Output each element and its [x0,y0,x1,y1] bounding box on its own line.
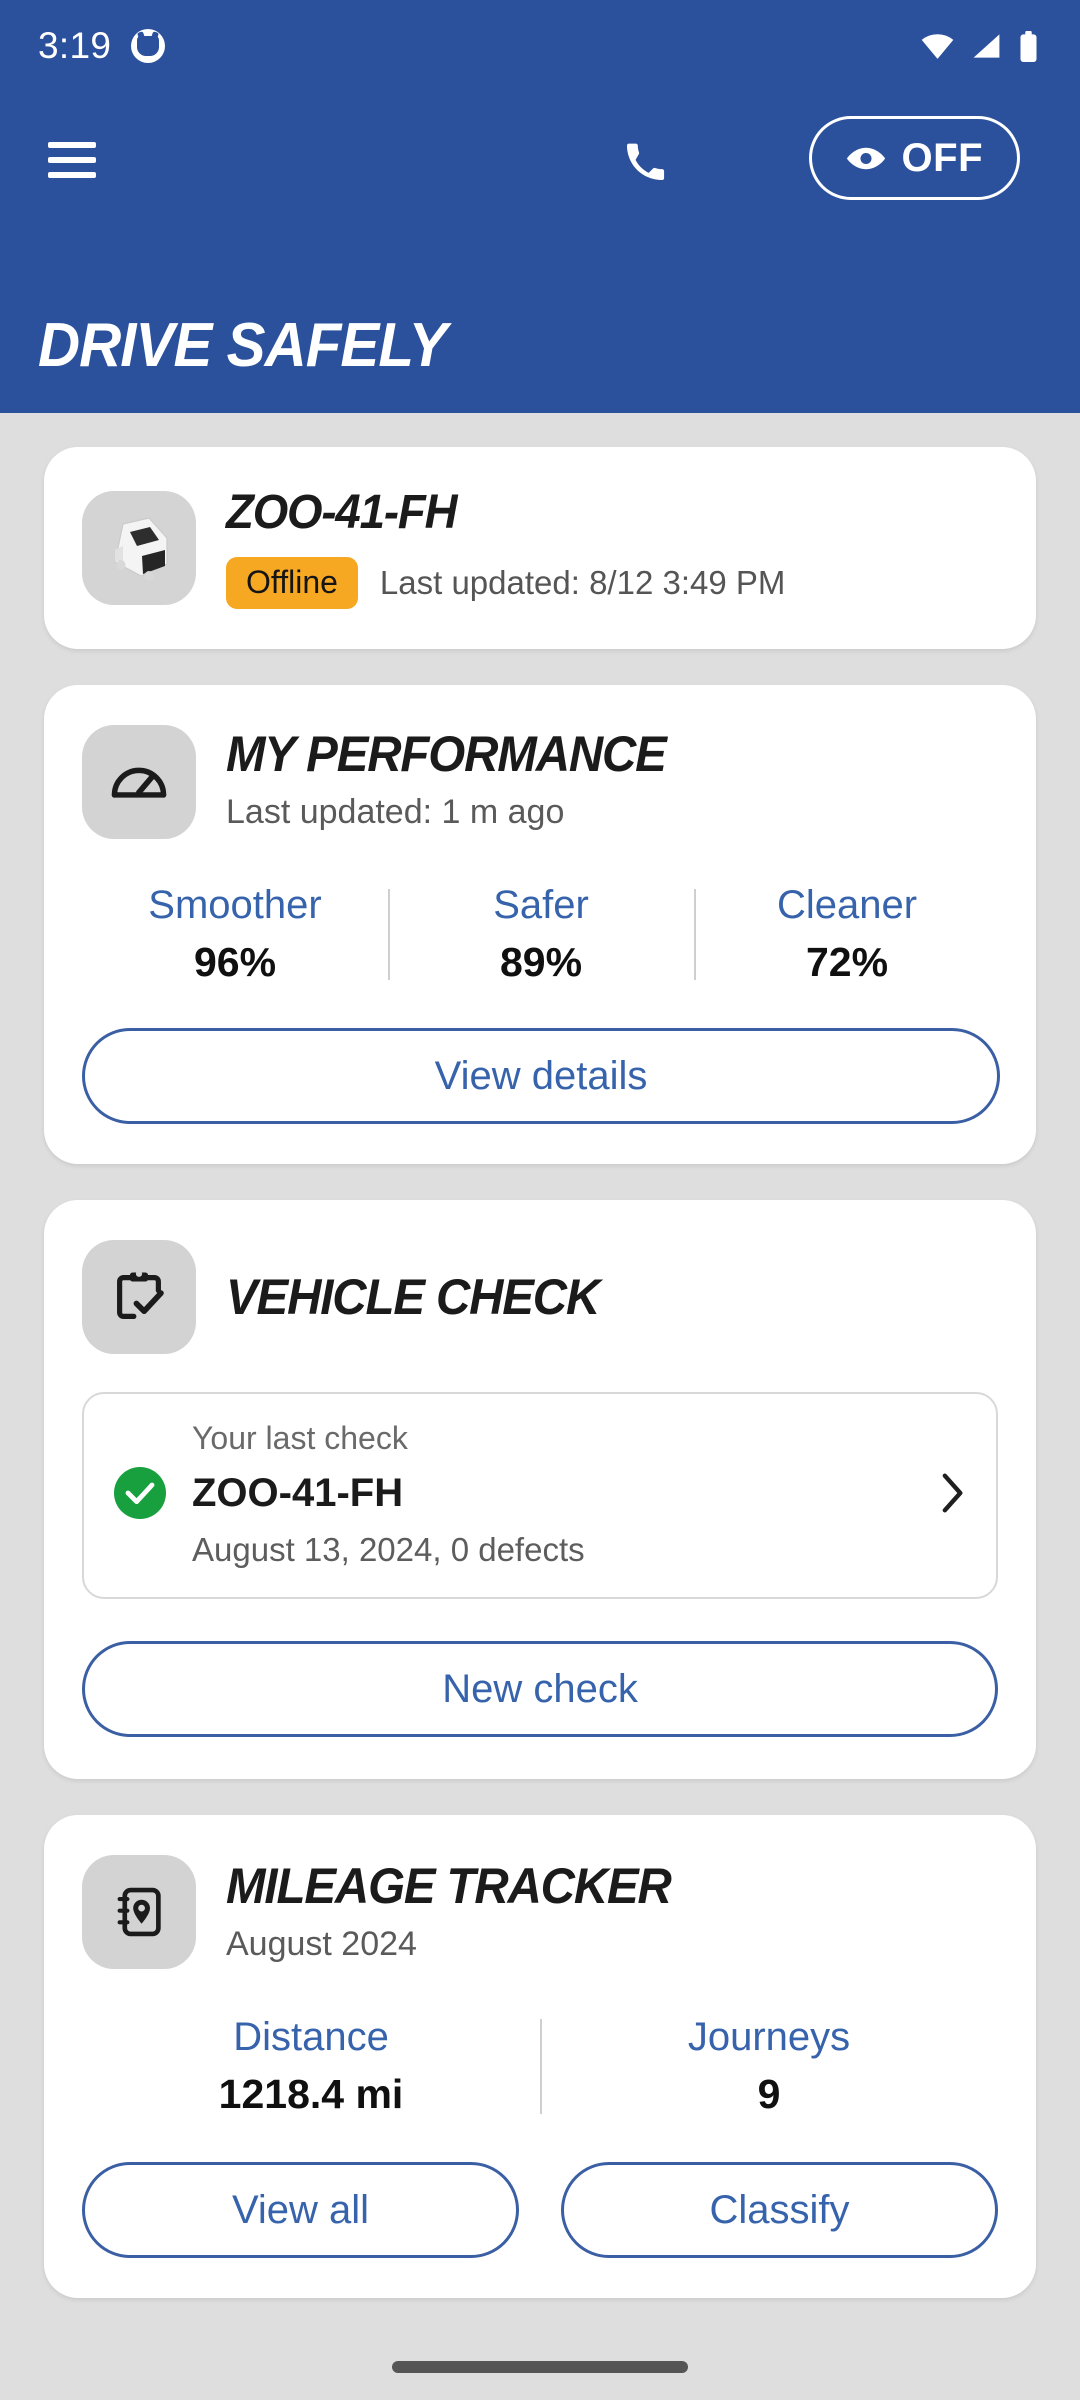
last-check-label: Your last check [192,1420,408,1456]
metric-value: 1218.4 mi [218,2071,404,2117]
vehicle-last-updated: Last updated: 8/12 3:49 PM [379,564,786,601]
mileage-tracker-card: MILEAGE TRACKER August 2024 Distance 121… [44,1815,1036,2298]
metric-journeys: Journeys 9 [540,2015,998,2118]
new-check-button[interactable]: New check [82,1641,998,1737]
phone-button[interactable] [617,134,673,190]
speedometer-icon [82,725,196,839]
metric-label: Smoother [148,883,322,927]
van-illustration-icon [114,517,168,581]
metric-value: 9 [757,2071,781,2117]
vehicle-plate: ZOO-41-FH [226,486,458,539]
status-bar: 3:19 [0,0,1080,92]
metric-label: Journeys [687,2015,851,2059]
vehicle-check-card: VEHICLE CHECK Your last check ZOO-41-FH … [44,1200,1036,1779]
privacy-toggle-label: OFF [901,136,983,180]
cellular-signal-icon [973,34,1000,58]
page-title: DRIVE SAFELY [38,311,448,380]
system-navigation-bar [0,2334,1080,2400]
performance-card: MY PERFORMANCE Last updated: 1 m ago Smo… [44,685,1036,1164]
metric-distance: Distance 1218.4 mi [82,2015,540,2118]
status-bar-clock: 3:19 [38,25,112,66]
metric-value: 72% [805,939,889,985]
view-details-button[interactable]: View details [82,1028,1000,1124]
vehicle-check-title: VEHICLE CHECK [226,1269,600,1325]
metric-label: Cleaner [776,883,918,927]
chevron-right-icon[interactable] [942,1473,964,1513]
privacy-toggle-button[interactable]: OFF [808,116,1020,200]
performance-subtitle: Last updated: 1 m ago [226,793,565,831]
home-gesture-pill[interactable] [392,2361,688,2373]
wifi-icon [921,33,954,59]
status-bar-icons [921,30,1038,62]
last-check-plate: ZOO-41-FH [192,1470,404,1515]
metric-value: 89% [499,939,583,985]
logbook-location-icon [82,1855,196,1969]
green-check-icon [114,1467,166,1519]
app-header: 3:19 OFF DRIVE SAFELY [0,0,1080,413]
metric-value: 96% [193,939,277,985]
app-screen: 3:19 OFF DRIVE SAFELY ZOO-41-FH Offline … [0,0,1080,2400]
app-bar: OFF [0,96,1080,224]
mileage-subtitle: August 2024 [226,1925,417,1963]
metric-smoother: Smoother 96% [82,883,388,986]
metric-label: Safer [493,883,589,927]
last-check-row[interactable]: Your last check ZOO-41-FH August 13, 202… [82,1392,998,1599]
notification-face-icon [131,29,166,63]
performance-metrics: Smoother 96% Safer 89% Cleaner 72% [82,883,1000,986]
metric-label: Distance [233,2015,389,2059]
van-photo [82,491,196,605]
last-check-detail: August 13, 2024, 0 defects [192,1531,585,1568]
view-all-button[interactable]: View all [82,2162,519,2258]
metric-safer: Safer 89% [388,883,694,986]
phone-icon [626,143,665,181]
metric-cleaner: Cleaner 72% [694,883,1000,986]
battery-full-icon [1020,30,1037,62]
mileage-metrics: Distance 1218.4 mi Journeys 9 [82,2015,998,2118]
clipboard-check-icon [82,1240,196,1354]
vehicle-card[interactable]: ZOO-41-FH Offline Last updated: 8/12 3:4… [44,447,1036,649]
performance-title: MY PERFORMANCE [226,726,667,782]
hamburger-menu-icon[interactable] [48,142,96,178]
eye-icon [846,147,885,169]
logbook-location-glyph-icon [117,1887,161,1937]
classify-button[interactable]: Classify [561,2162,998,2258]
mileage-title: MILEAGE TRACKER [226,1858,672,1914]
clipboard-check-glyph-icon [117,1270,164,1319]
checkmark-glyph-icon [125,1482,155,1505]
speedometer-glyph-icon [111,767,167,798]
main-content: ZOO-41-FH Offline Last updated: 8/12 3:4… [0,413,1080,2400]
status-badge: Offline [226,557,358,609]
